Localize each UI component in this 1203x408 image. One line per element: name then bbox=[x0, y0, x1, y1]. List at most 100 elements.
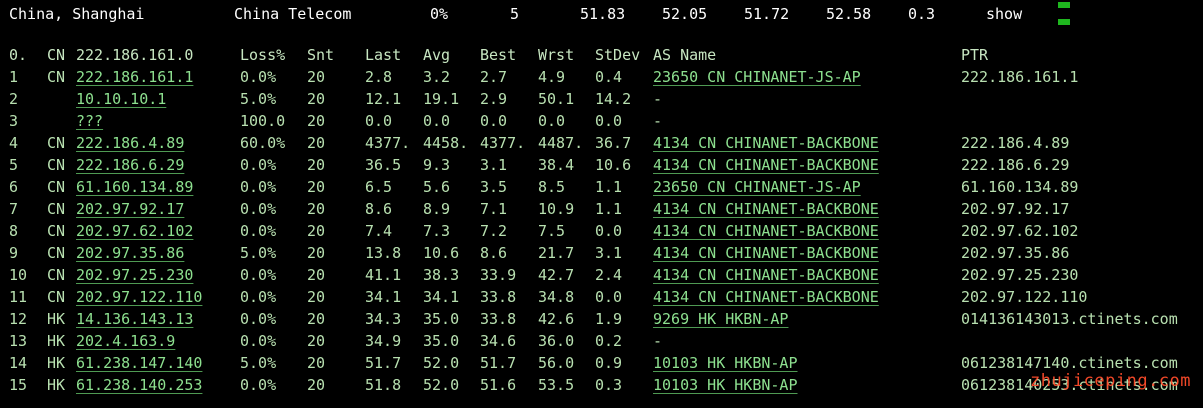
host-link[interactable]: 202.97.92.17 bbox=[76, 198, 184, 220]
host-link[interactable]: 202.97.62.102 bbox=[76, 220, 193, 242]
wrst-value: 53.5 bbox=[538, 376, 575, 394]
best-value: 51.6 bbox=[480, 376, 517, 394]
wrst-value: 10.9 bbox=[538, 200, 575, 218]
as-name[interactable]: 23650 CN CHINANET-JS-AP bbox=[653, 66, 861, 88]
loss-value: 100.0 bbox=[240, 112, 286, 130]
header-last: Last bbox=[365, 46, 402, 64]
host-link[interactable]: 202.97.122.110 bbox=[76, 286, 202, 308]
stdev-value: 0.3 bbox=[595, 376, 623, 394]
header-ptr: PTR bbox=[961, 46, 989, 64]
host-link[interactable]: 202.97.25.230 bbox=[76, 264, 193, 286]
country-code: HK bbox=[47, 310, 66, 328]
host-link[interactable]: ??? bbox=[76, 110, 103, 132]
header-as: AS Name bbox=[653, 46, 717, 64]
as-name[interactable]: 10103 HK HKBN-AP bbox=[653, 374, 798, 396]
table-row: 1 CN 222.186.161.1 0.0% 20 2.8 3.2 2.7 4.9 0.4 236… bbox=[0, 66, 1203, 88]
as-name[interactable]: 4134 CN CHINANET-BACKBONE bbox=[653, 264, 879, 286]
country-code: CN bbox=[47, 134, 66, 152]
isp-label: China Telecom bbox=[234, 5, 352, 23]
host-link[interactable]: 61.160.134.89 bbox=[76, 176, 193, 198]
last-value: 4377. bbox=[365, 134, 411, 152]
best-value: 0.0 bbox=[480, 112, 508, 130]
header-idx: 0. bbox=[9, 46, 28, 64]
as-name[interactable]: 4134 CN CHINANET-BACKBONE bbox=[653, 286, 879, 308]
last-value: 6.5 bbox=[365, 178, 393, 196]
ptr-value: 202.97.122.110 bbox=[961, 288, 1088, 306]
best-value: 7.2 bbox=[480, 222, 508, 240]
table-row: 14 HK 61.238.147.140 5.0% 20 51.7 52.0 51.7 56.0… bbox=[0, 352, 1203, 374]
wrst-value: 56.0 bbox=[538, 354, 575, 372]
ptr-value: 202.97.62.102 bbox=[961, 222, 1079, 240]
last-value: 41.1 bbox=[365, 266, 402, 284]
loss-value: 0.0% bbox=[240, 310, 277, 328]
show-button[interactable]: show bbox=[986, 3, 1022, 25]
table-header: 0. CN 222.186.161.0 Loss% Snt Last Avg B… bbox=[0, 44, 1203, 66]
country-code: CN bbox=[47, 288, 66, 306]
snt-value: 20 bbox=[307, 332, 326, 350]
stdev-value: 10.6 bbox=[595, 156, 632, 174]
wrst-value: 50.1 bbox=[538, 90, 575, 108]
loss-value: 0.0% bbox=[240, 68, 277, 86]
best-value: 33.8 bbox=[480, 310, 517, 328]
ptr-value: 222.186.4.89 bbox=[961, 134, 1070, 152]
table-row: 7 CN 202.97.92.17 0.0% 20 8.6 8.9 7.1 10.9 1.1 413… bbox=[0, 198, 1203, 220]
host-link[interactable]: 202.97.35.86 bbox=[76, 242, 184, 264]
avg-value: 35.0 bbox=[423, 310, 460, 328]
table-row: 15 HK 61.238.140.253 0.0% 20 51.8 52.0 51.6 53.5… bbox=[0, 374, 1203, 396]
hop-index: 7 bbox=[9, 200, 19, 218]
loss-value: 5.0% bbox=[240, 354, 277, 372]
best-value: 33.8 bbox=[480, 288, 517, 306]
table-row: 10 CN 202.97.25.230 0.0% 20 41.1 38.3 33.9 42.7 2… bbox=[0, 264, 1203, 286]
wrst-value: 36.0 bbox=[538, 332, 575, 350]
best-value: 3.5 bbox=[480, 178, 508, 196]
country-code: CN bbox=[47, 244, 66, 262]
summary-stdev: 0.3 bbox=[908, 5, 936, 23]
host-link[interactable]: 61.238.147.140 bbox=[76, 352, 202, 374]
host-link[interactable]: 61.238.140.253 bbox=[76, 374, 202, 396]
hop-index: 13 bbox=[9, 332, 28, 350]
wrst-value: 42.7 bbox=[538, 266, 575, 284]
stdev-value: 1.1 bbox=[595, 178, 623, 196]
host-link[interactable]: 222.186.4.89 bbox=[76, 132, 184, 154]
best-value: 4377. bbox=[480, 134, 526, 152]
site-watermark: zhujiceping.com bbox=[1030, 371, 1192, 391]
loss-value: 0.0% bbox=[240, 332, 277, 350]
last-value: 0.0 bbox=[365, 112, 393, 130]
as-name[interactable]: 4134 CN CHINANET-BACKBONE bbox=[653, 198, 879, 220]
avg-value: 52.0 bbox=[423, 354, 460, 372]
as-name[interactable]: 4134 CN CHINANET-BACKBONE bbox=[653, 220, 879, 242]
as-name[interactable]: 10103 HK HKBN-AP bbox=[653, 352, 798, 374]
best-value: 2.9 bbox=[480, 90, 508, 108]
country-code: HK bbox=[47, 332, 66, 350]
loss-value: 0.0% bbox=[240, 156, 277, 174]
loss-value: 0.0% bbox=[240, 288, 277, 306]
last-value: 51.7 bbox=[365, 354, 402, 372]
table-row: 4 CN 222.186.4.89 60.0% 20 4377. 4458. 4377. 448… bbox=[0, 132, 1203, 154]
as-name[interactable]: 4134 CN CHINANET-BACKBONE bbox=[653, 154, 879, 176]
wrst-value: 21.7 bbox=[538, 244, 575, 262]
table-row: 12 HK 14.136.143.13 0.0% 20 34.3 35.0 33.8 42.6 1… bbox=[0, 308, 1203, 330]
best-value: 8.6 bbox=[480, 244, 508, 262]
as-name[interactable]: 23650 CN CHINANET-JS-AP bbox=[653, 176, 861, 198]
host-link[interactable]: 10.10.10.1 bbox=[76, 88, 166, 110]
stdev-value: 0.0 bbox=[595, 222, 623, 240]
hop-index: 1 bbox=[9, 68, 19, 86]
as-name[interactable]: 9269 HK HKBN-AP bbox=[653, 308, 788, 330]
avg-value: 38.3 bbox=[423, 266, 460, 284]
host-link[interactable]: 222.186.6.29 bbox=[76, 154, 184, 176]
ptr-value: 014136143013.ctinets.com bbox=[961, 310, 1178, 328]
host-link[interactable]: 222.186.161.1 bbox=[76, 66, 193, 88]
table-row: 5 CN 222.186.6.29 0.0% 20 36.5 9.3 3.1 38.4 10.6 4… bbox=[0, 154, 1203, 176]
last-value: 12.1 bbox=[365, 90, 402, 108]
table-row: 13 HK 202.4.163.9 0.0% 20 34.9 35.0 34.6 36.0 0.2… bbox=[0, 330, 1203, 352]
stdev-value: 1.1 bbox=[595, 200, 623, 218]
snt-value: 20 bbox=[307, 90, 326, 108]
hop-index: 4 bbox=[9, 134, 19, 152]
summary-best: 51.72 bbox=[744, 5, 790, 23]
host-link[interactable]: 202.4.163.9 bbox=[76, 330, 175, 352]
avg-value: 8.9 bbox=[423, 200, 451, 218]
host-link[interactable]: 14.136.143.13 bbox=[76, 308, 193, 330]
as-name[interactable]: 4134 CN CHINANET-BACKBONE bbox=[653, 132, 879, 154]
as-name[interactable]: 4134 CN CHINANET-BACKBONE bbox=[653, 242, 879, 264]
summary-avg: 52.05 bbox=[662, 5, 708, 23]
